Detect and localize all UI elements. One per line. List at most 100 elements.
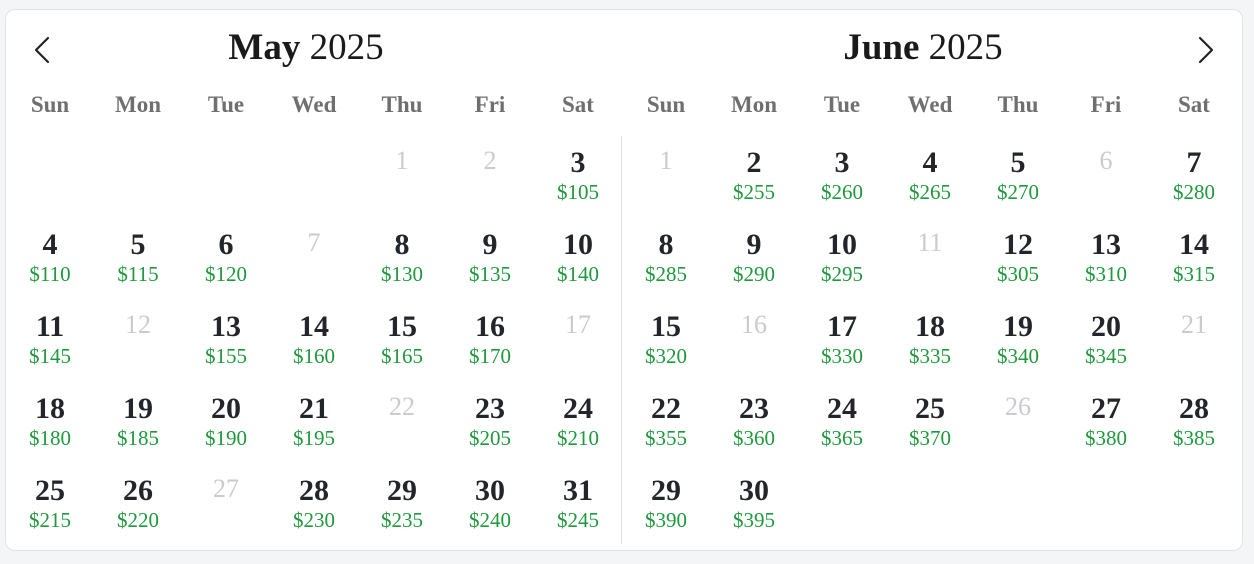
- day-cell-may-20[interactable]: 20 $190: [182, 370, 270, 452]
- day-cell-may-6[interactable]: 6 $120: [182, 206, 270, 288]
- day-cell-may-25[interactable]: 25 $215: [6, 452, 94, 534]
- day-cell-june-14[interactable]: 14 $315: [1150, 206, 1238, 288]
- day-cell-june-11: 11: [886, 206, 974, 288]
- day-cell-june-2[interactable]: 2 $255: [710, 124, 798, 206]
- day-number: 27: [213, 474, 239, 503]
- day-cell-june-24[interactable]: 24 $365: [798, 370, 886, 452]
- day-cell-june-7[interactable]: 7 $280: [1150, 124, 1238, 206]
- day-cell-june-8[interactable]: 8 $285: [622, 206, 710, 288]
- day-cell-may-27: 27: [182, 452, 270, 534]
- day-number: 19: [123, 392, 153, 425]
- day-price: $385: [1173, 426, 1215, 450]
- day-cell-may-14[interactable]: 14 $160: [270, 288, 358, 370]
- day-cell-june-3[interactable]: 3 $260: [798, 124, 886, 206]
- day-number: 1: [659, 146, 673, 175]
- day-number: 26: [123, 474, 153, 507]
- day-price: $305: [997, 262, 1039, 286]
- day-cell-june-22[interactable]: 22 $355: [622, 370, 710, 452]
- day-cell-may-10[interactable]: 10 $140: [534, 206, 622, 288]
- day-number: 11: [35, 310, 65, 343]
- day-price: $110: [29, 262, 71, 286]
- day-cell-may-18[interactable]: 18 $180: [6, 370, 94, 452]
- day-cell-june-25[interactable]: 25 $370: [886, 370, 974, 452]
- day-cell-may-4[interactable]: 4 $110: [6, 206, 94, 288]
- month-title-june: June 2025: [622, 22, 1224, 74]
- day-cell-may-12: 12: [94, 288, 182, 370]
- day-cell-may-26[interactable]: 26 $220: [94, 452, 182, 534]
- day-price: $190: [205, 426, 247, 450]
- day-number: 30: [739, 474, 769, 507]
- day-cell-june-17[interactable]: 17 $330: [798, 288, 886, 370]
- day-price: $360: [733, 426, 775, 450]
- day-cell-may-21[interactable]: 21 $195: [270, 370, 358, 452]
- day-price: $355: [645, 426, 687, 450]
- day-cell-may-29[interactable]: 29 $235: [358, 452, 446, 534]
- day-cell-june-28[interactable]: 28 $385: [1150, 370, 1238, 452]
- day-number: 12: [125, 310, 151, 339]
- day-number: 3: [834, 146, 850, 179]
- day-cell-june-29[interactable]: 29 $390: [622, 452, 710, 534]
- day-number: 4: [42, 228, 58, 261]
- day-cell-june-27[interactable]: 27 $380: [1062, 370, 1150, 452]
- day-number: 4: [922, 146, 938, 179]
- day-number: 14: [1179, 228, 1209, 261]
- day-price: $260: [821, 180, 863, 204]
- day-number: 16: [741, 310, 767, 339]
- day-cell-june-4[interactable]: 4 $265: [886, 124, 974, 206]
- day-number: 19: [1003, 310, 1033, 343]
- day-price: $365: [821, 426, 863, 450]
- day-number: 26: [1005, 392, 1031, 421]
- day-price: $185: [117, 426, 159, 450]
- day-cell-may-3[interactable]: 3 $105: [534, 124, 622, 206]
- day-cell-may-31[interactable]: 31 $245: [534, 452, 622, 534]
- day-price: $115: [117, 262, 159, 286]
- day-cell-june-16: 16: [710, 288, 798, 370]
- day-number: 18: [915, 310, 945, 343]
- day-number: 9: [482, 228, 498, 261]
- date-range-calendar: May 2025 June 2025 Sun Mon Tue Wed Thu Fri Sat…: [5, 9, 1243, 551]
- day-cell-may-11[interactable]: 11 $145: [6, 288, 94, 370]
- day-cell-may-15[interactable]: 15 $165: [358, 288, 446, 370]
- day-number: 14: [299, 310, 329, 343]
- day-cell-june-15[interactable]: 15 $320: [622, 288, 710, 370]
- day-cell-may-19[interactable]: 19 $185: [94, 370, 182, 452]
- day-cell-may-2: 2: [446, 124, 534, 206]
- day-cell-june-9[interactable]: 9 $290: [710, 206, 798, 288]
- day-number: 23: [475, 392, 505, 425]
- day-number: 6: [1099, 146, 1113, 175]
- day-price: $340: [997, 344, 1039, 368]
- day-price: $320: [645, 344, 687, 368]
- day-price: $145: [29, 344, 71, 368]
- day-number: 7: [1186, 146, 1202, 179]
- day-number: 20: [1091, 310, 1121, 343]
- day-cell-may-16[interactable]: 16 $170: [446, 288, 534, 370]
- weekday-header-mon: Mon: [115, 92, 161, 117]
- day-price: $170: [469, 344, 511, 368]
- day-cell-may-9[interactable]: 9 $135: [446, 206, 534, 288]
- day-cell-june-18[interactable]: 18 $335: [886, 288, 974, 370]
- day-cell-may-28[interactable]: 28 $230: [270, 452, 358, 534]
- month-name: June: [843, 27, 920, 68]
- day-cell-june-10[interactable]: 10 $295: [798, 206, 886, 288]
- day-cell-may-24[interactable]: 24 $210: [534, 370, 622, 452]
- day-cell-june-19[interactable]: 19 $340: [974, 288, 1062, 370]
- day-number: 31: [563, 474, 593, 507]
- day-cell-may-30[interactable]: 30 $240: [446, 452, 534, 534]
- day-cell-june-5[interactable]: 5 $270: [974, 124, 1062, 206]
- day-number: 30: [475, 474, 505, 507]
- day-cell-june-12[interactable]: 12 $305: [974, 206, 1062, 288]
- day-price: $240: [469, 508, 511, 532]
- day-cell-june-30[interactable]: 30 $395: [710, 452, 798, 534]
- weekday-header-sat: Sat: [1178, 92, 1210, 117]
- day-cell-june-23[interactable]: 23 $360: [710, 370, 798, 452]
- day-cell-may-8[interactable]: 8 $130: [358, 206, 446, 288]
- weekday-header-mon: Mon: [731, 92, 777, 117]
- day-cell-june-20[interactable]: 20 $345: [1062, 288, 1150, 370]
- day-number: 16: [475, 310, 505, 343]
- day-price: $195: [293, 426, 335, 450]
- day-cell-may-23[interactable]: 23 $205: [446, 370, 534, 452]
- day-cell-june-13[interactable]: 13 $310: [1062, 206, 1150, 288]
- day-cell-may-5[interactable]: 5 $115: [94, 206, 182, 288]
- day-price: $245: [557, 508, 599, 532]
- day-cell-may-13[interactable]: 13 $155: [182, 288, 270, 370]
